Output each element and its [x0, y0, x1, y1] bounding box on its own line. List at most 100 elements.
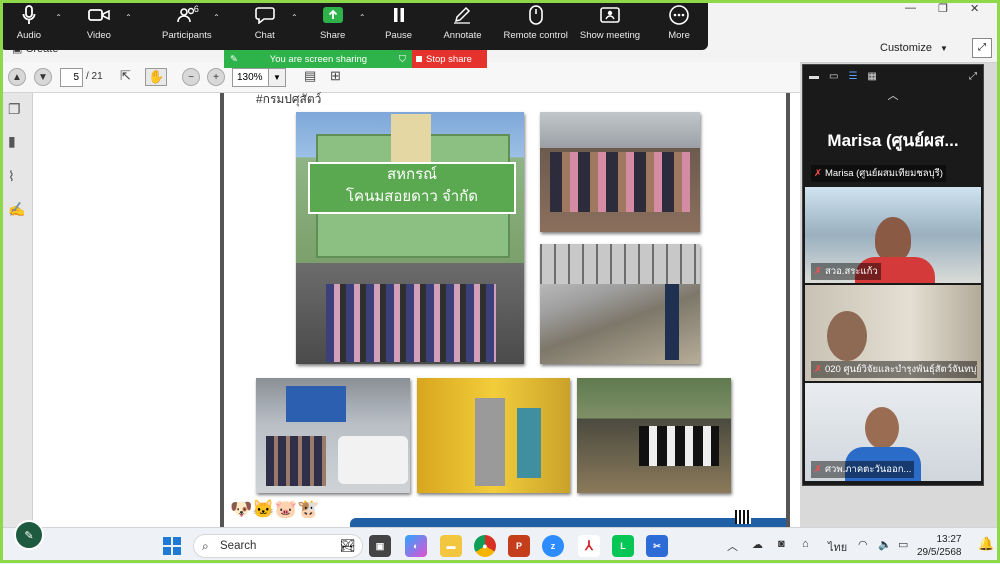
- annotation-pen-floating-icon[interactable]: ✎: [14, 520, 44, 550]
- share-label: Share: [319, 30, 346, 41]
- chevron-down-icon[interactable]: ⌃: [291, 13, 298, 22]
- windows-start-icon[interactable]: [161, 535, 183, 557]
- page-edge-right: [786, 93, 790, 527]
- snipping-tool-icon[interactable]: ✂: [646, 535, 668, 557]
- participant-name-bar: ✗ Marisa (ศูนย์ผสมเทียมชลบุรี): [811, 165, 946, 182]
- signature-icon[interactable]: ✍: [8, 201, 25, 218]
- sharing-status-text: You are screen sharing: [269, 53, 368, 65]
- pdf-left-rail: ❐ ▮ ⌇ ✍: [0, 93, 33, 527]
- chevron-down-icon[interactable]: ⌃: [55, 13, 62, 22]
- taskbar-search-box[interactable]: ⌕ Search 🏞: [193, 534, 363, 558]
- audio-button[interactable]: Audio ⌃: [0, 0, 62, 50]
- file-explorer-icon[interactable]: ▬: [440, 535, 462, 557]
- search-icon: ⌕: [202, 539, 209, 553]
- chevron-down-icon[interactable]: ⌃: [359, 13, 366, 22]
- chat-button[interactable]: Chat ⌃: [236, 0, 298, 50]
- cloud-icon[interactable]: ☁: [752, 538, 763, 551]
- people-group: [266, 436, 326, 486]
- show-meeting-icon: [600, 0, 620, 30]
- participants-button[interactable]: 6 Participants ⌃: [158, 0, 220, 50]
- pause-icon: [393, 0, 405, 30]
- acrobat-icon[interactable]: ⅄: [578, 535, 600, 557]
- minimize-gallery-icon[interactable]: ▬: [809, 71, 819, 82]
- fit-width-icon[interactable]: ⊞: [330, 68, 341, 84]
- restore-icon[interactable]: ❐: [938, 2, 948, 15]
- copilot-icon[interactable]: ◐: [405, 535, 427, 557]
- participant-tile[interactable]: ✗ 020 ศูนย์วิจัยและบำรุงพันธุ์สัตว์จันทบุ…: [805, 285, 981, 381]
- seated-people: [550, 152, 690, 212]
- barn-photo: [540, 244, 700, 364]
- remote-control-icon: [528, 0, 543, 30]
- more-button[interactable]: More: [650, 0, 708, 50]
- bookmark-icon[interactable]: ▮: [8, 133, 16, 150]
- grid-view-icon[interactable]: ▦: [867, 71, 876, 82]
- powerpoint-icon[interactable]: P: [508, 535, 530, 557]
- close-icon[interactable]: ✕: [970, 2, 979, 15]
- usb-icon[interactable]: ⌂: [802, 538, 809, 550]
- standing-person: [665, 284, 679, 360]
- scroll-up-icon[interactable]: ︿: [803, 87, 983, 102]
- participant-tile[interactable]: ✗ ศวพ.ภาคตะวันออก...: [805, 383, 981, 481]
- page-number-input[interactable]: 5: [60, 68, 83, 87]
- annotate-pen-icon: [453, 0, 471, 30]
- zoom-in-icon[interactable]: +: [207, 68, 225, 86]
- gallery-view-controls: ▬ ▭ ☰ ▦ ⤢: [803, 65, 983, 87]
- pause-button[interactable]: Pause: [370, 0, 428, 50]
- speaker-view-icon[interactable]: ▭: [829, 71, 838, 82]
- expand-gallery-icon[interactable]: ⤢: [969, 71, 977, 82]
- document-hashtag: #กรมปศุสัตว์: [256, 92, 322, 106]
- hand-tool-icon[interactable]: ✋: [145, 68, 168, 86]
- line-app-icon[interactable]: L: [612, 535, 634, 557]
- stop-share-button[interactable]: Stop share: [412, 50, 487, 68]
- task-view-icon[interactable]: ▣: [369, 535, 391, 557]
- show-meeting-button[interactable]: Show meeting: [580, 0, 640, 50]
- participant-name: ศวพ.ภาคตะวันออก...: [824, 464, 912, 475]
- chrome-icon[interactable]: ●: [474, 535, 496, 557]
- line-tray-icon[interactable]: ◙: [778, 538, 785, 550]
- participant-tile[interactable]: ✗ สวอ.สระแก้ว: [805, 187, 981, 283]
- arrow-down-icon[interactable]: ▼: [34, 68, 52, 86]
- strip-view-icon[interactable]: ☰: [848, 71, 857, 82]
- participant-gallery: ▬ ▭ ☰ ▦ ⤢ ︿ Marisa (ศูนย์ผส... ✗ Marisa (…: [802, 64, 984, 486]
- fit-page-icon[interactable]: ▤: [304, 68, 316, 84]
- truck-photo: [256, 378, 410, 493]
- attachment-icon[interactable]: ⌇: [8, 168, 15, 185]
- fullscreen-icon[interactable]: ⤢: [972, 38, 992, 58]
- annotate-button[interactable]: Annotate: [434, 0, 492, 50]
- zoom-out-icon[interactable]: −: [182, 68, 200, 86]
- arrow-up-icon[interactable]: ▲: [8, 68, 26, 86]
- participant-face: [865, 407, 899, 449]
- chevron-down-icon[interactable]: ⌃: [213, 13, 220, 22]
- dairy-cows: [639, 426, 719, 466]
- participants-label: Participants: [161, 30, 212, 41]
- clock-date: 29/5/2568: [917, 547, 962, 558]
- white-pickup-truck: [338, 436, 408, 484]
- search-highlight-icon: 🏞: [339, 538, 356, 553]
- video-camera-icon: [87, 0, 110, 30]
- participant-name-bar: ✗ 020 ศูนย์วิจัยและบำรุงพันธุ์สัตว์จันทบุ…: [811, 361, 977, 378]
- participant-name: Marisa (ศูนย์ผสมเทียมชลบุรี): [824, 168, 943, 179]
- minimize-icon[interactable]: —: [905, 2, 916, 14]
- share-button[interactable]: Share ⌃: [304, 0, 366, 50]
- participant-tile-active-speaker[interactable]: Marisa (ศูนย์ผส... ✗ Marisa (ศูนย์ผสมเทีย…: [805, 105, 981, 185]
- wifi-icon[interactable]: ◠: [858, 538, 868, 551]
- customize-button[interactable]: Customize ▼: [880, 42, 948, 54]
- sharing-status: ✎ You are screen sharing ⛉: [224, 50, 412, 68]
- show-meeting-label: Show meeting: [579, 30, 641, 41]
- battery-icon[interactable]: ▭: [898, 538, 908, 551]
- participant-name: สวอ.สระแก้ว: [824, 266, 878, 277]
- search-placeholder: Search: [220, 540, 257, 552]
- remote-control-button[interactable]: Remote control: [503, 0, 568, 50]
- select-cursor-icon[interactable]: ⇱: [120, 68, 131, 84]
- tray-overflow-icon[interactable]: ︿: [727, 538, 738, 554]
- audio-label: Audio: [16, 30, 42, 41]
- volume-icon[interactable]: 🔈: [878, 538, 892, 551]
- system-clock[interactable]: 13:27 29/5/2568: [917, 533, 962, 559]
- pages-icon[interactable]: ❐: [8, 101, 21, 118]
- zoom-app-icon[interactable]: z: [542, 535, 564, 557]
- notification-icon[interactable]: 🔔: [978, 536, 994, 552]
- chevron-down-icon[interactable]: ⌃: [125, 13, 132, 22]
- video-button[interactable]: Video ⌃: [70, 0, 132, 50]
- input-language[interactable]: ไทย: [828, 538, 847, 556]
- zoom-dropdown-icon[interactable]: ▼: [268, 68, 286, 87]
